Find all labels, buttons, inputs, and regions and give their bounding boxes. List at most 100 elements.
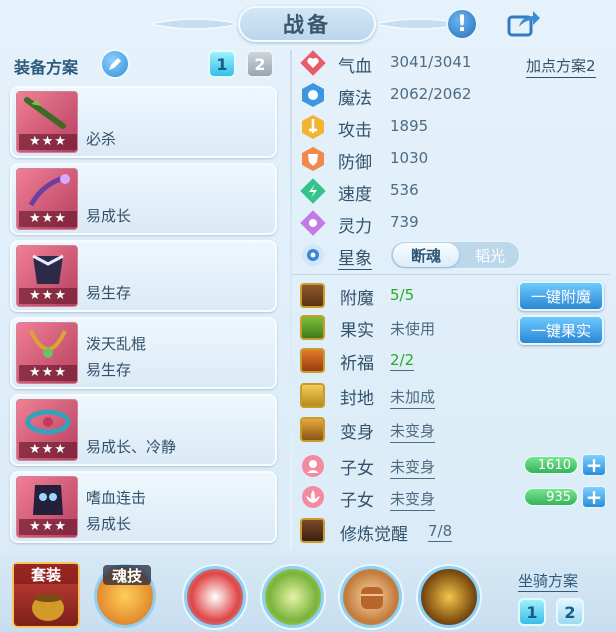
equipment-slot-3[interactable]: ★★★ 易生存 [10,240,277,312]
equipment-trait: 易成长 [86,207,132,225]
set-bonus-slot[interactable]: 套装 [12,562,80,628]
weapon-thumbnail: ★★★ [16,168,78,230]
child-icon [302,455,324,477]
row-name: 修炼觉醒 [340,525,408,545]
shield-icon [302,147,324,171]
row-name: 果实 [340,321,374,341]
stat-attack: 攻击 1895 [298,112,608,142]
necklace-thumbnail: ★★★ [16,322,78,384]
set-bonus-label: 套装 [14,564,78,584]
weapon-thumbnail: ★★★ [16,91,78,153]
transform-icon [300,417,325,442]
fruit-icon [300,315,325,340]
mana-icon [302,83,324,107]
stat-name: 气血 [338,57,372,77]
equipment-trait: 易成长 [86,515,132,533]
row-value: 5/5 [390,286,415,304]
stat-name: 速度 [338,185,372,205]
child-lotus-icon [302,486,324,508]
sword-icon [302,115,324,139]
cultivation-icon [300,518,325,543]
speed-icon [300,178,326,204]
cauldron-icon [32,594,64,621]
stat-value: 1895 [390,117,429,135]
armor-thumbnail: ★★★ [16,245,78,307]
stat-value: 1030 [390,149,429,167]
row-value: 未使用 [390,320,436,338]
equipment-plan-label: 装备方案 [14,58,79,77]
row-value[interactable]: 未变身 [390,420,436,443]
row-name: 封地 [340,389,374,409]
row-value[interactable]: 未变身 [390,456,436,479]
row-value[interactable]: 未变身 [390,488,436,511]
stat-hp: 气血 3041/3041 [298,48,608,78]
toggle-option-taoguang[interactable]: 韬光 [461,243,519,267]
equipment-name: 泼天乱棍 [86,335,147,353]
stat-value: 739 [390,213,419,231]
equipment-slot-5[interactable]: ★★★ 易成长、冷静 [10,394,277,466]
equipment-trait: 易生存 [86,361,132,379]
equipment-name: 嗜血连击 [86,489,147,507]
star-sign-link[interactable]: 星象 [338,244,372,270]
child-2-add-button[interactable]: + [582,486,606,508]
stat-value: 3041/3041 [390,53,472,71]
star-rating: ★★★ [19,288,77,304]
mount-page-2-button[interactable]: 2 [556,598,584,626]
panel-divider [290,50,292,550]
child-2-value-bar: 935 [524,488,578,506]
stat-name: 攻击 [338,121,372,141]
toggle-option-duanhun[interactable]: 断魂 [393,243,459,267]
stat-value: 2062/2062 [390,85,472,103]
stat-name: 防御 [338,153,372,173]
one-click-enchant-button[interactable]: 一键附魔 [518,281,604,311]
boots-thumbnail: ★★★ [16,476,78,538]
fist-icon [361,587,383,609]
skill-slot-3[interactable] [340,566,402,628]
star-sign-toggle[interactable]: 断魂 韬光 [390,241,520,269]
equipment-trait: 易成长、冷静 [86,438,177,456]
row-value[interactable]: 7/8 [428,522,453,542]
mount-plan-label: 坐骑方案 [518,572,579,592]
spirit-icon [300,210,326,236]
equipment-page-1-button[interactable]: 1 [208,50,236,78]
equipment-slot-1[interactable]: ★★★ 必杀 [10,86,277,158]
child-1-add-button[interactable]: + [582,454,606,476]
soul-skill-label: 魂技 [103,565,151,585]
soul-skill-slot[interactable]: 魂技 [94,564,156,628]
star-rating: ★★★ [19,211,77,227]
star-rating: ★★★ [19,365,77,381]
share-icon[interactable] [506,8,542,38]
row-name: 附魔 [340,289,374,309]
star-sign-icon [302,244,324,266]
child-1-value-bar: 1610 [524,456,578,474]
stat-spirit: 灵力 739 [298,208,608,238]
equipment-slot-6[interactable]: ★★★ 嗜血连击 易成长 [10,471,277,543]
row-name: 子女 [340,491,374,511]
skill-slot-4[interactable] [418,566,480,628]
equipment-slot-2[interactable]: ★★★ 易成长 [10,163,277,235]
skill-slot-1[interactable] [184,566,246,628]
star-rating: ★★★ [19,519,77,535]
enchant-icon [300,283,325,308]
stat-mp: 魔法 2062/2062 [298,80,608,110]
row-name: 祈福 [340,354,374,374]
one-click-fruit-button[interactable]: 一键果实 [518,315,604,345]
equipment-trait: 必杀 [86,130,117,148]
section-divider [292,274,610,275]
row-value[interactable]: 未加成 [390,386,436,409]
mount-page-1-button[interactable]: 1 [518,598,546,626]
stat-name: 魔法 [338,89,372,109]
alert-icon[interactable]: ! [446,8,478,40]
edit-pen-icon[interactable] [100,49,130,79]
equipment-slot-4[interactable]: ★★★ 泼天乱棍 易生存 [10,317,277,389]
blessing-icon [300,348,325,373]
row-value[interactable]: 2/2 [390,351,415,371]
stat-defense: 防御 1030 [298,144,608,174]
stat-name: 灵力 [338,217,372,237]
stat-speed: 速度 536 [298,176,608,206]
equipment-page-2-button[interactable]: 2 [246,50,274,78]
skill-slot-2[interactable] [262,566,324,628]
equipment-trait: 易生存 [86,284,132,302]
star-rating: ★★★ [19,442,77,458]
fief-icon [300,383,325,408]
